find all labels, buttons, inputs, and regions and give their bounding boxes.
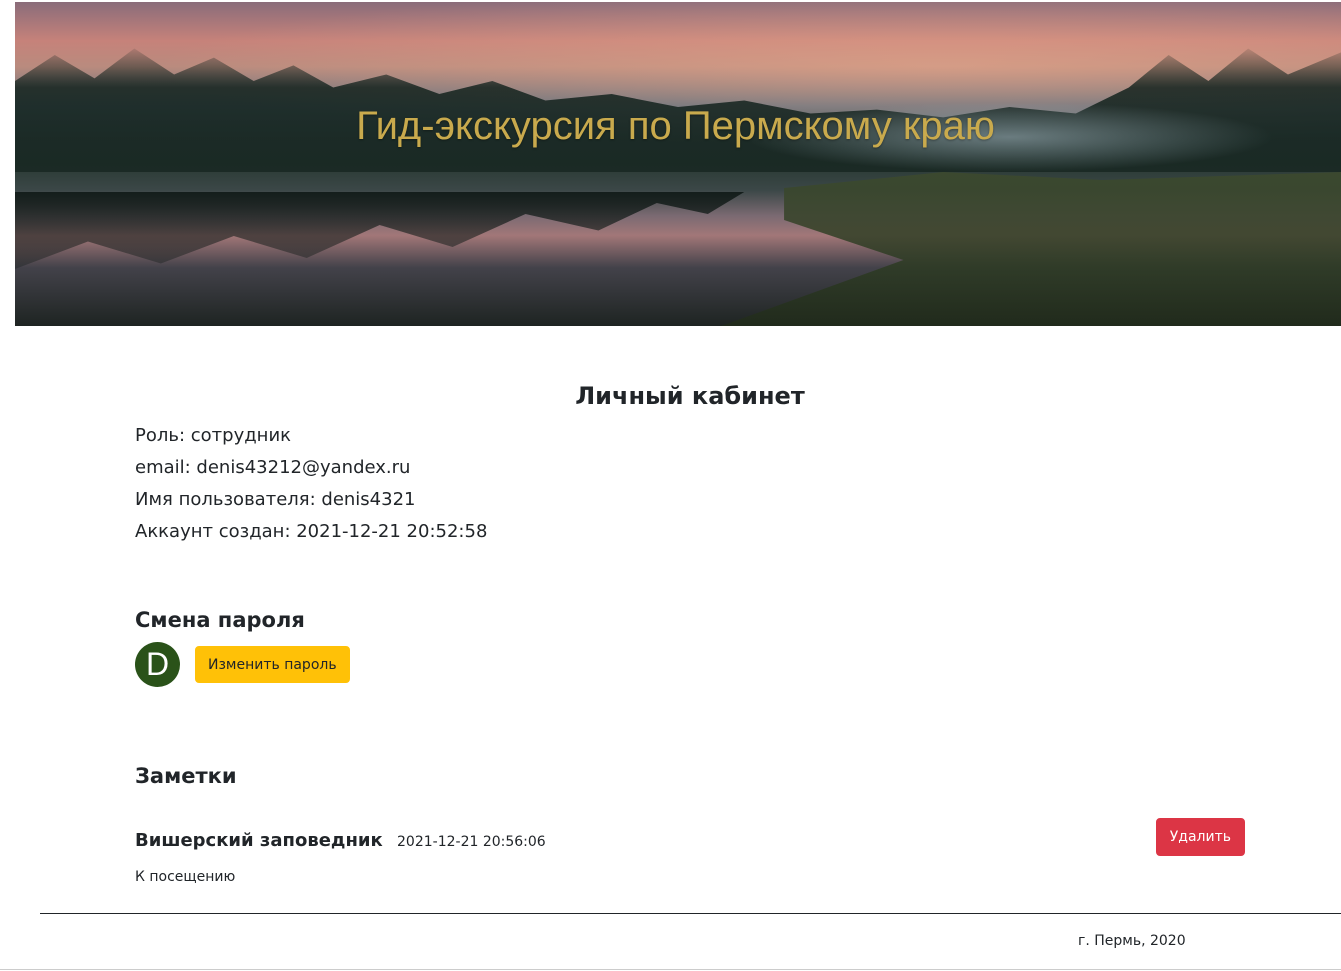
password-section-title: Смена пароля	[135, 608, 305, 632]
notes-section: Заметки Вишерский заповедник 2021-12-21 …	[135, 764, 1245, 900]
password-section: Смена пароля D Изменить пароль	[135, 608, 350, 687]
bottom-divider	[0, 969, 1341, 970]
created-text: Аккаунт создан: 2021-12-21 20:52:58	[135, 521, 488, 542]
note-date: 2021-12-21 20:56:06	[397, 834, 546, 850]
avatar: D	[135, 642, 180, 687]
role-text: Роль: сотрудник	[135, 425, 292, 446]
footer-text: г. Пермь, 2020	[1078, 933, 1186, 949]
header-banner	[15, 2, 1341, 326]
notes-section-title: Заметки	[135, 764, 237, 788]
page: Гид-экскурсия по Пермскому краю Личный к…	[0, 0, 1341, 971]
banner-reflection	[15, 192, 745, 269]
change-password-button[interactable]: Изменить пароль	[195, 646, 350, 683]
note-title: Вишерский заповедник	[135, 830, 383, 851]
page-title: Личный кабинет	[575, 382, 805, 410]
password-row: D Изменить пароль	[135, 642, 350, 687]
profile-content: Личный кабинет Роль: сотрудник email: de…	[135, 370, 1245, 885]
site-title: Гид-экскурсия по Пермскому краю	[356, 104, 995, 148]
note-title-row: Вишерский заповедник 2021-12-21 20:56:06	[135, 830, 1245, 851]
note-text: К посещению	[135, 869, 236, 885]
delete-note-button[interactable]: Удалить	[1155, 818, 1245, 856]
footer-divider	[40, 913, 1341, 914]
note-item: Вишерский заповедник 2021-12-21 20:56:06…	[135, 818, 1245, 900]
email-text: email: denis43212@yandex.ru	[135, 457, 411, 478]
username-text: Имя пользователя: denis4321	[135, 489, 416, 510]
